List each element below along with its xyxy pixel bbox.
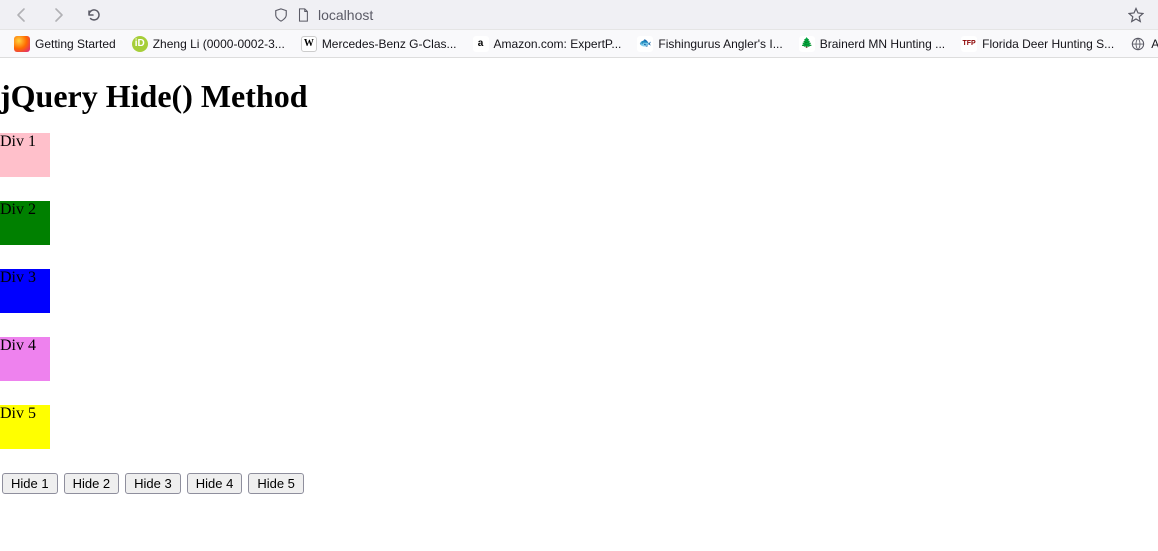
hide-button[interactable]: Hide 3: [125, 473, 181, 494]
bookmark-label: Mercedes-Benz G-Clas...: [322, 37, 457, 51]
star-icon: [1128, 7, 1144, 23]
bookmark-item[interactable]: Getting Started: [8, 33, 122, 55]
bookmark-item[interactable]: 🌲 Brainerd MN Hunting ...: [793, 33, 951, 55]
arrow-right-icon: [50, 7, 66, 23]
hide-button[interactable]: Hide 4: [187, 473, 243, 494]
color-box: Div 1: [0, 133, 50, 177]
bookmark-item[interactable]: a Amazon.com: ExpertP...: [467, 33, 628, 55]
bookmark-favicon-icon: 🐟: [637, 36, 653, 52]
page-content: jQuery Hide() Method Div 1Div 2Div 3Div …: [0, 78, 1158, 494]
bookmark-item[interactable]: iD Zheng Li (0000-0002-3...: [126, 33, 291, 55]
hide-button[interactable]: Hide 1: [2, 473, 58, 494]
bookmark-favicon-icon: [1130, 36, 1146, 52]
bookmark-star-button[interactable]: [1122, 7, 1150, 23]
reload-button[interactable]: [80, 3, 108, 27]
forward-button[interactable]: [44, 3, 72, 27]
bookmark-item[interactable]: W Mercedes-Benz G-Clas...: [295, 33, 463, 55]
color-box: Div 5: [0, 405, 50, 449]
hide-button[interactable]: Hide 5: [248, 473, 304, 494]
page-heading: jQuery Hide() Method: [0, 78, 1158, 115]
divs-container: Div 1 Div 2 Div 3 Div 4 Div 5: [0, 133, 1158, 449]
bookmark-label: Another res: [1151, 37, 1158, 51]
bookmark-label: Getting Started: [35, 37, 116, 51]
page-icon: [296, 8, 310, 22]
back-button[interactable]: [8, 3, 36, 27]
reload-icon: [86, 7, 102, 23]
url-text: localhost: [318, 7, 373, 23]
color-box: Div 2: [0, 201, 50, 245]
browser-toolbar: localhost: [0, 0, 1158, 30]
buttons-row: Hide 1 Hide 2Hide 3 Hide 4Hide 5: [0, 473, 1158, 494]
bookmark-item[interactable]: 🐟 Fishingurus Angler's I...: [631, 33, 788, 55]
color-box: Div 4: [0, 337, 50, 381]
bookmark-favicon-icon: a: [473, 36, 489, 52]
bookmark-label: Fishingurus Angler's I...: [658, 37, 782, 51]
url-bar[interactable]: localhost: [266, 3, 1114, 27]
bookmark-label: Florida Deer Hunting S...: [982, 37, 1114, 51]
bookmark-label: Zheng Li (0000-0002-3...: [153, 37, 285, 51]
bookmark-favicon-icon: [14, 36, 30, 52]
bookmark-label: Brainerd MN Hunting ...: [820, 37, 945, 51]
bookmark-label: Amazon.com: ExpertP...: [494, 37, 622, 51]
bookmark-favicon-icon: TFP: [961, 36, 977, 52]
arrow-left-icon: [14, 7, 30, 23]
bookmark-favicon-icon: iD: [132, 36, 148, 52]
hide-button[interactable]: Hide 2: [64, 473, 120, 494]
bookmarks-bar: Getting Started iD Zheng Li (0000-0002-3..…: [0, 30, 1158, 58]
bookmark-item[interactable]: TFP Florida Deer Hunting S...: [955, 33, 1120, 55]
color-box: Div 3: [0, 269, 50, 313]
bookmark-item[interactable]: Another res: [1124, 33, 1158, 55]
bookmark-favicon-icon: 🌲: [799, 36, 815, 52]
bookmark-favicon-icon: W: [301, 36, 317, 52]
shield-icon: [274, 8, 288, 22]
